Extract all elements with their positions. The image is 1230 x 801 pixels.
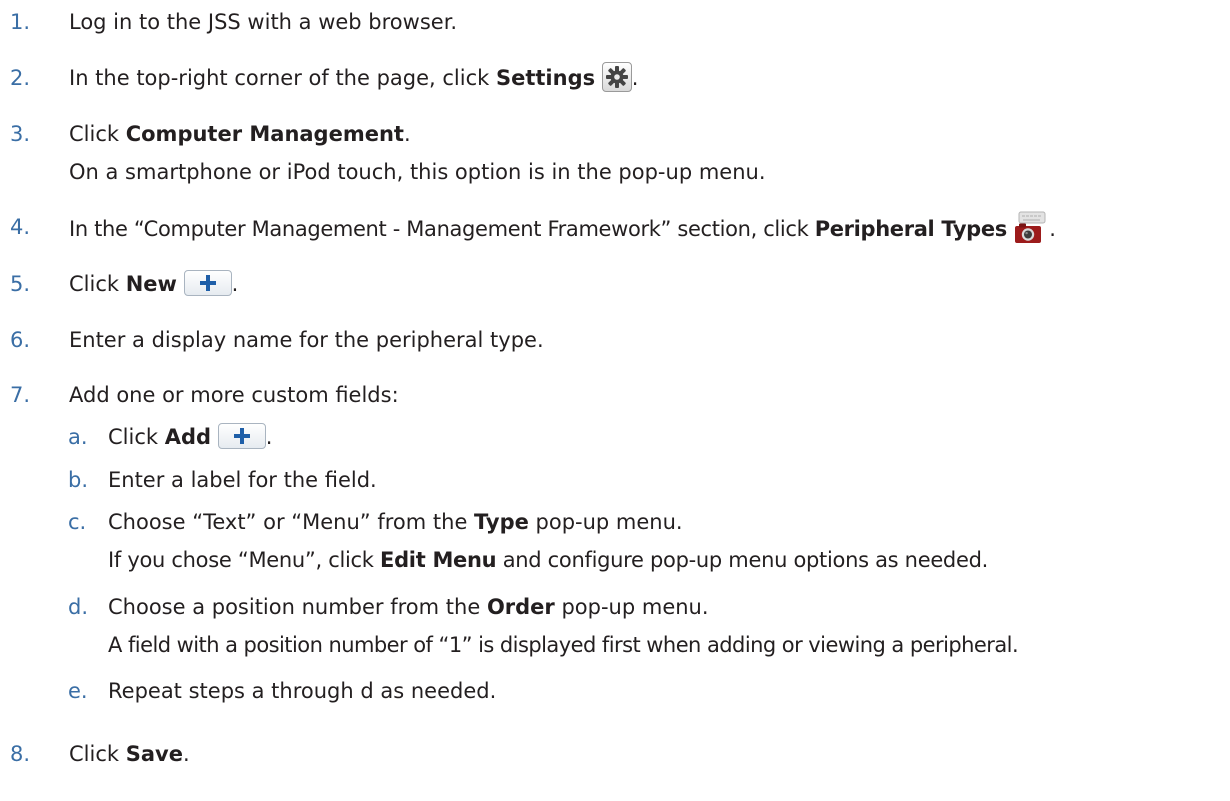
step-number: 7.	[10, 383, 31, 407]
step-text-post: .	[182, 742, 190, 766]
note-text-pre: If you chose “Menu”, click	[108, 548, 381, 572]
settings-label: Settings	[495, 66, 596, 90]
substep-text: Enter a label for the field.	[108, 468, 377, 492]
substep-letter: e.	[68, 679, 88, 703]
note-text-post: and configure pop-up menu options as nee…	[496, 548, 989, 572]
substep-d-note: A field with a position number of “1” is…	[108, 633, 1019, 657]
substep-letter: a.	[68, 425, 88, 449]
step-text-post: .	[403, 122, 411, 146]
step-text-pre: Choose a position number from the	[108, 595, 487, 619]
step-number: 2.	[10, 66, 31, 90]
step-text: In the “Computer Management - Management…	[69, 211, 1056, 247]
step-number: 6.	[10, 328, 31, 352]
computer-management-label: Computer Management	[125, 122, 404, 146]
step-text-pre: Click	[69, 742, 126, 766]
gear-icon[interactable]	[601, 62, 632, 92]
step-text: Click Computer Management.	[69, 120, 411, 148]
substep-letter: b.	[68, 468, 89, 492]
add-label: Add	[164, 425, 212, 449]
plus-icon	[199, 275, 216, 291]
substep-text: Choose “Text” or “Menu” from the Type po…	[108, 508, 683, 536]
step-text-post: pop-up menu.	[528, 510, 683, 534]
step-number: 5.	[10, 272, 31, 296]
step-text-pre: In the “Computer Management - Management…	[69, 217, 815, 241]
step-text-pre: Click	[69, 122, 126, 146]
plus-icon	[233, 428, 250, 444]
substep-text: Choose a position number from the Order …	[108, 593, 709, 621]
step-text-post: pop-up menu.	[554, 595, 709, 619]
step-number: 1.	[10, 10, 31, 34]
step-number: 3.	[10, 122, 31, 146]
edit-menu-label: Edit Menu	[380, 548, 497, 572]
step-text-pre: Click	[69, 272, 126, 296]
save-label: Save	[125, 742, 183, 766]
step-text-post: .	[265, 425, 273, 449]
step-text: Add one or more custom fields:	[69, 383, 399, 407]
peripheral-types-icon[interactable]	[1013, 211, 1049, 245]
step-text: Log in to the JSS with a web browser.	[69, 10, 458, 34]
step-text-pre: In the top-right corner of the page, cli…	[69, 66, 496, 90]
order-label: Order	[486, 595, 555, 619]
step-text-post: .	[631, 66, 639, 90]
peripheral-types-label: Peripheral Types	[814, 217, 1008, 241]
new-button[interactable]	[183, 270, 232, 296]
step-text-post: .	[231, 272, 239, 296]
step-3-note: On a smartphone or iPod touch, this opti…	[69, 160, 766, 184]
add-button[interactable]	[217, 423, 266, 449]
substep-text: Repeat steps a through d as needed.	[108, 679, 497, 703]
step-text: In the top-right corner of the page, cli…	[69, 62, 639, 94]
step-text-pre: Click	[108, 425, 165, 449]
substep-letter: d.	[68, 595, 89, 619]
step-text: Enter a display name for the peripheral …	[69, 328, 544, 352]
substep-text: Click Add .	[108, 423, 272, 451]
step-number: 4.	[10, 215, 31, 239]
step-text: Click New .	[69, 270, 238, 298]
step-text: Click Save.	[69, 740, 190, 768]
type-label: Type	[474, 510, 529, 534]
step-text-pre: Choose “Text” or “Menu” from the	[108, 510, 475, 534]
step-number: 8.	[10, 742, 31, 766]
substep-c-note: If you chose “Menu”, click Edit Menu and…	[108, 546, 988, 574]
new-label: New	[125, 272, 177, 296]
substep-letter: c.	[68, 510, 87, 534]
step-text-post: .	[1049, 217, 1056, 241]
